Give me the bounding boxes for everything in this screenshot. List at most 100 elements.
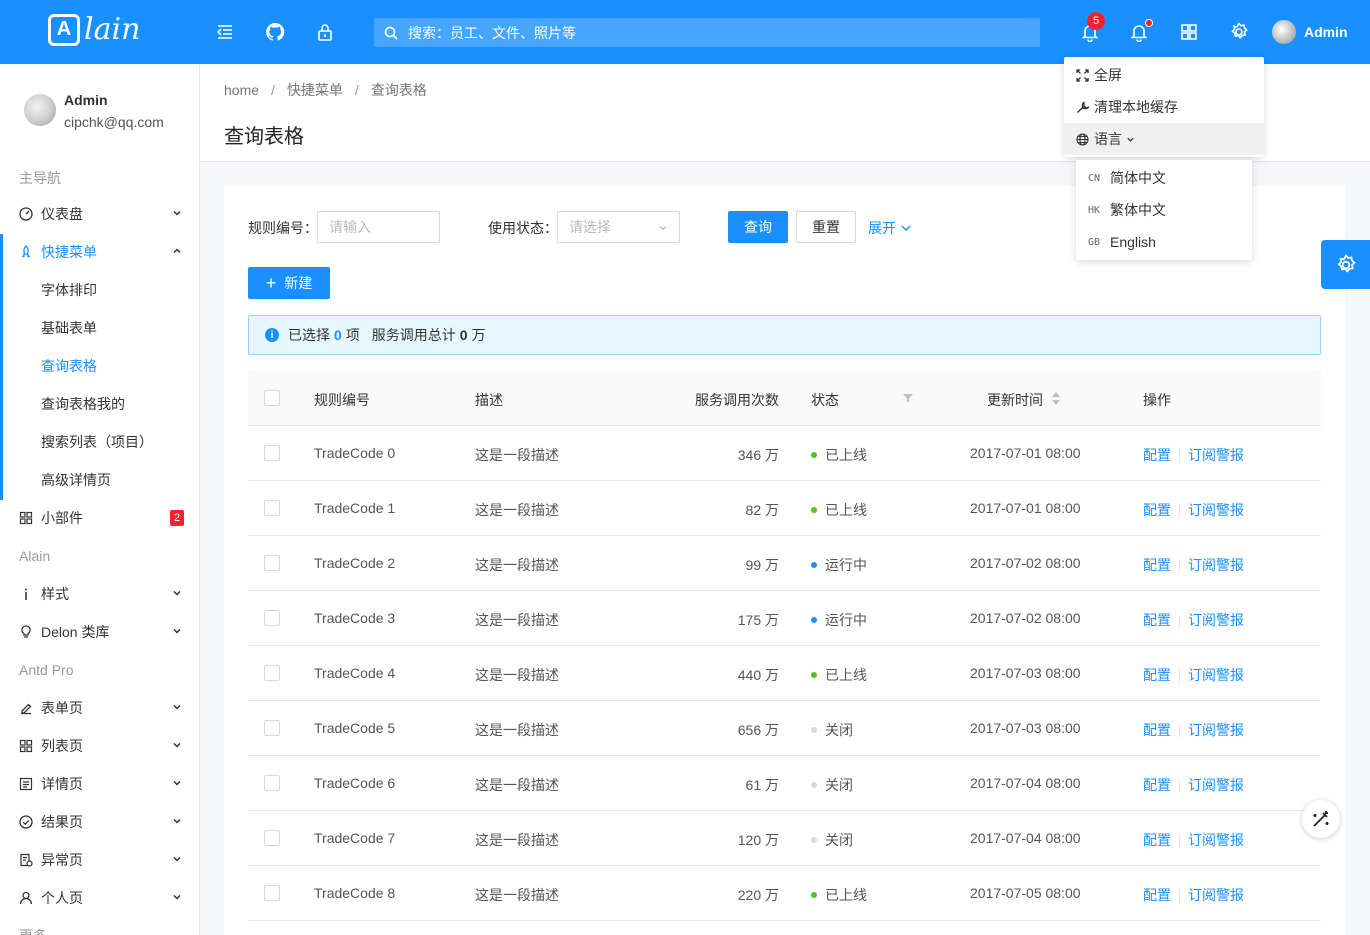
search-bar[interactable] [374, 18, 1040, 47]
sidebar-item-delon[interactable]: Delon 类库 [0, 613, 199, 651]
reset-button[interactable]: 重置 [796, 211, 856, 243]
logo-mark: A [48, 13, 80, 46]
fullscreen-icon [1076, 68, 1089, 82]
config-link[interactable]: 配置 [1143, 832, 1171, 848]
cell-actions: 配置 订阅警报 [1143, 500, 1244, 520]
settings-dropdown: 全屏 清理本地缓存 语言 [1064, 57, 1264, 157]
config-link[interactable]: 配置 [1143, 612, 1171, 628]
sidebar-item-result[interactable]: 结果页 [0, 803, 199, 841]
subscribe-alert-link[interactable]: 订阅警报 [1188, 887, 1244, 903]
sort-icon[interactable] [1052, 392, 1060, 405]
action-divider [1179, 834, 1180, 849]
chevron-down-icon [173, 856, 181, 862]
subscribe-alert-link[interactable]: 订阅警报 [1188, 722, 1244, 738]
sidebar-subitem-my-query-table[interactable]: 查询表格我的 [0, 385, 199, 423]
sidebar-subitem-advanced-profile[interactable]: 高级详情页 [0, 461, 199, 499]
row-checkbox[interactable] [264, 665, 280, 681]
row-checkbox[interactable] [264, 720, 280, 736]
sidebar-item-style[interactable]: 样式 [0, 575, 199, 613]
config-link[interactable]: 配置 [1143, 667, 1171, 683]
cell-actions: 配置 订阅警报 [1143, 775, 1244, 795]
cell-updated-at: 2017-07-01 08:00 [970, 445, 1081, 461]
sidebar-item-account[interactable]: 个人页 [0, 879, 199, 917]
col-updated-at[interactable]: 更新时间 [987, 390, 1043, 410]
chevron-down-icon [659, 226, 667, 231]
status-text: 关闭 [825, 777, 853, 793]
table-row: TradeCode 7 这是一段描述 120 万 关闭 2017-07-04 08:00… [248, 811, 1321, 866]
row-checkbox[interactable] [264, 610, 280, 626]
status-select[interactable]: 请选择 [557, 211, 680, 243]
row-checkbox[interactable] [264, 775, 280, 791]
sidebar-subitem-query-table[interactable]: 查询表格 [0, 347, 199, 385]
query-button[interactable]: 查询 [728, 211, 788, 243]
search-input[interactable] [408, 24, 1008, 41]
action-divider [1179, 724, 1180, 739]
menu-fold-icon[interactable] [213, 20, 237, 44]
menu-fullscreen[interactable]: 全屏 [1064, 59, 1264, 91]
row-checkbox[interactable] [264, 885, 280, 901]
subscribe-alert-link[interactable]: 订阅警报 [1188, 557, 1244, 573]
chevron-down-icon [1127, 137, 1134, 142]
sidebar-item-list[interactable]: 列表页 [0, 727, 199, 765]
setting-icon[interactable] [1227, 20, 1251, 44]
rule-no-input[interactable]: 请输入 [317, 211, 440, 243]
sidebar-item-widgets[interactable]: 小部件 2 [0, 499, 199, 537]
cell-description: 这是一段描述 [475, 887, 559, 903]
github-icon[interactable] [263, 20, 287, 44]
breadcrumb-shortcut[interactable]: 快捷菜单 [287, 82, 343, 98]
config-link[interactable]: 配置 [1143, 447, 1171, 463]
subscribe-alert-link[interactable]: 订阅警报 [1188, 447, 1244, 463]
cell-description: 这是一段描述 [475, 447, 559, 463]
expand-link[interactable]: 展开 [868, 218, 912, 238]
alert-total: 0 [459, 327, 468, 343]
theme-setting-drawer-button[interactable] [1321, 240, 1370, 289]
appstore-icon[interactable] [1177, 20, 1201, 44]
logo[interactable]: A lain [48, 12, 140, 47]
lock-icon[interactable] [313, 20, 337, 44]
row-checkbox[interactable] [264, 445, 280, 461]
status-dot [811, 837, 817, 844]
row-checkbox[interactable] [264, 830, 280, 846]
sidebar-item-exception[interactable]: 异常页 [0, 841, 199, 879]
check-circle-icon [19, 815, 33, 829]
subscribe-alert-link[interactable]: 订阅警报 [1188, 832, 1244, 848]
cell-actions: 配置 订阅警报 [1143, 445, 1244, 465]
config-link[interactable]: 配置 [1143, 557, 1171, 573]
new-button[interactable]: + 新建 [248, 267, 330, 299]
lang-en[interactable]: GB English [1076, 226, 1252, 258]
cell-calls: 220 万 [737, 887, 779, 903]
subscribe-alert-link[interactable]: 订阅警报 [1188, 612, 1244, 628]
sidebar-item-form[interactable]: 表单页 [0, 689, 199, 727]
subscribe-alert-link[interactable]: 订阅警报 [1188, 502, 1244, 518]
sidebar-item-label: 个人页 [41, 890, 83, 906]
cell-actions: 配置 订阅警报 [1143, 665, 1244, 685]
select-all-checkbox[interactable] [264, 390, 280, 406]
menu-clear-cache[interactable]: 清理本地缓存 [1064, 91, 1264, 123]
config-link[interactable]: 配置 [1143, 502, 1171, 518]
col-calls[interactable]: 服务调用次数 [695, 390, 779, 410]
config-link[interactable]: 配置 [1143, 777, 1171, 793]
magic-wand-button[interactable] [1302, 800, 1340, 838]
sidebar-item-shortcut[interactable]: 快捷菜单 [0, 233, 199, 271]
cell-calls: 61 万 [745, 777, 779, 793]
config-link[interactable]: 配置 [1143, 722, 1171, 738]
table-row: TradeCode 2 这是一段描述 99 万 运行中 2017-07-02 08:00… [248, 536, 1321, 591]
sidebar-item-dashboard[interactable]: 仪表盘 [0, 195, 199, 233]
cell-updated-at: 2017-07-03 08:00 [970, 720, 1081, 736]
filter-icon[interactable] [903, 393, 913, 403]
header-user-name[interactable]: Admin [1304, 24, 1348, 40]
sidebar-item-profile[interactable]: 详情页 [0, 765, 199, 803]
sidebar-subitem-basic-form[interactable]: 基础表单 [0, 309, 199, 347]
lang-zh-cn[interactable]: CN 简体中文 [1076, 162, 1252, 194]
menu-language[interactable]: 语言 [1064, 123, 1264, 155]
sidebar-subitem-search-projects[interactable]: 搜索列表（项目） [0, 423, 199, 461]
config-link[interactable]: 配置 [1143, 887, 1171, 903]
sidebar-subitem-typography[interactable]: 字体排印 [0, 271, 199, 309]
row-checkbox[interactable] [264, 500, 280, 516]
lang-zh-tw[interactable]: HK 繁体中文 [1076, 194, 1252, 226]
subscribe-alert-link[interactable]: 订阅警报 [1188, 777, 1244, 793]
subscribe-alert-link[interactable]: 订阅警报 [1188, 667, 1244, 683]
header-avatar[interactable] [1272, 20, 1296, 44]
breadcrumb-home[interactable]: home [224, 82, 259, 98]
row-checkbox[interactable] [264, 555, 280, 571]
